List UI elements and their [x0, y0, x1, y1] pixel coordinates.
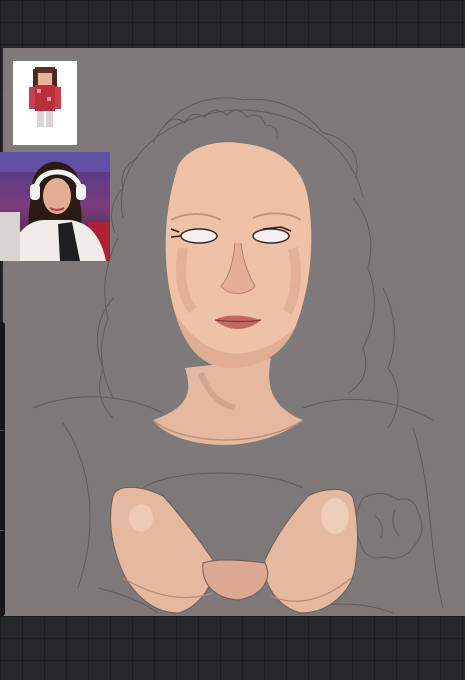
top-toolbar	[0, 0, 465, 48]
bottom-toolbar	[0, 616, 465, 680]
sidebar-tick	[0, 530, 4, 531]
minecraft-skin-reference	[29, 67, 61, 133]
sidebar-tick	[0, 430, 4, 431]
reference-image	[13, 61, 77, 145]
sidebar-handle-icon[interactable]	[0, 322, 5, 616]
webcam-feed	[0, 152, 110, 261]
webcam-overlay	[0, 152, 110, 261]
